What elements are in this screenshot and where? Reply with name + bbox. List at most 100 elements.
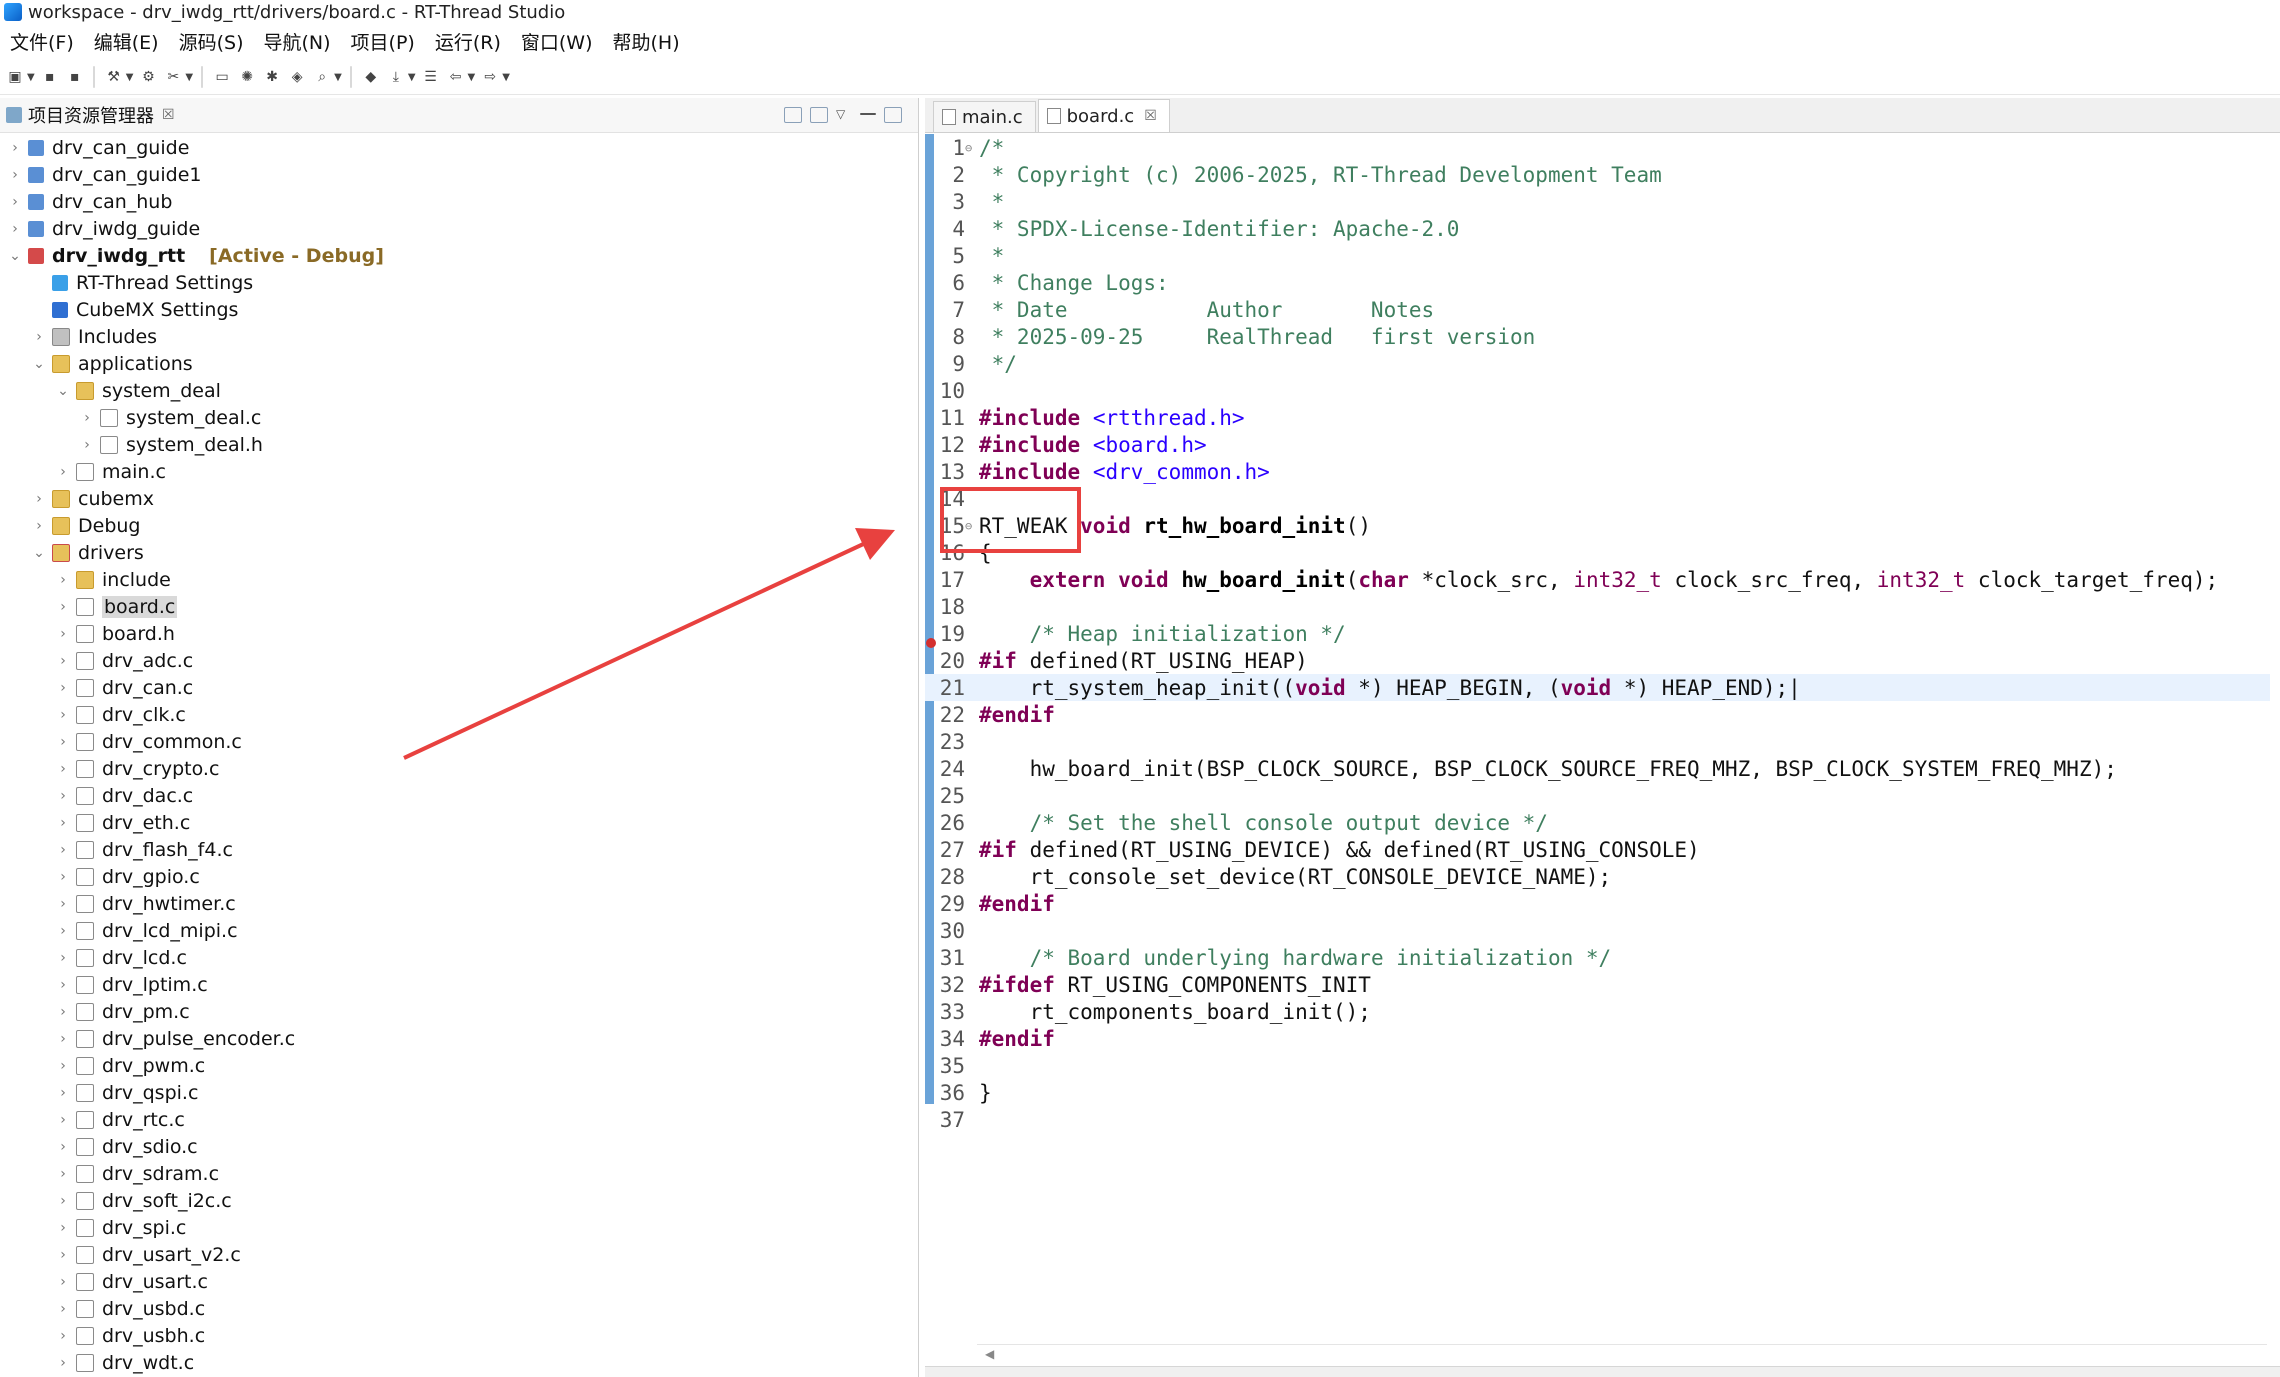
code-line[interactable]: 1 ⊖ /* bbox=[925, 134, 2270, 161]
chevron-right-icon[interactable]: › bbox=[56, 950, 70, 966]
forward-icon[interactable]: ⇨ bbox=[480, 67, 500, 87]
rebuild-icon[interactable]: ⚙ bbox=[138, 67, 158, 87]
minimize-icon[interactable] bbox=[860, 113, 876, 115]
tree-item-label[interactable]: drv_clk.c bbox=[102, 704, 186, 726]
tree-item[interactable]: › cubemx bbox=[0, 485, 918, 512]
code-line[interactable]: 26 /* Set the shell console output devic… bbox=[925, 809, 2270, 836]
code-line[interactable]: 16{ bbox=[925, 539, 2270, 566]
code-line[interactable]: 35 bbox=[925, 1052, 2270, 1079]
tree-item-label[interactable]: drv_dac.c bbox=[102, 785, 193, 807]
tree-item[interactable]: › drv_pm.c bbox=[0, 998, 918, 1025]
chevron-right-icon[interactable]: › bbox=[80, 410, 94, 426]
tree-item-label[interactable]: drv_pwm.c bbox=[102, 1055, 205, 1077]
tree-item-label[interactable]: Includes bbox=[78, 326, 157, 348]
chevron-right-icon[interactable]: › bbox=[56, 1328, 70, 1344]
code-line[interactable]: 5 * bbox=[925, 242, 2270, 269]
code-line[interactable]: 23 bbox=[925, 728, 2270, 755]
tree-item-label[interactable]: drv_common.c bbox=[102, 731, 242, 753]
chevron-right-icon[interactable]: › bbox=[56, 923, 70, 939]
tree-item-label[interactable]: drv_lptim.c bbox=[102, 974, 208, 996]
code-line[interactable]: 19 /* Heap initialization */ bbox=[925, 620, 2270, 647]
chevron-right-icon[interactable]: › bbox=[56, 1193, 70, 1209]
tree-item[interactable]: ⌄ applications bbox=[0, 350, 918, 377]
tree-item[interactable]: › drv_lcd_mipi.c bbox=[0, 917, 918, 944]
menu-item[interactable]: 帮助(H) bbox=[613, 28, 680, 55]
chevron-right-icon[interactable]: › bbox=[56, 572, 70, 588]
tree-item[interactable]: › drv_common.c bbox=[0, 728, 918, 755]
chevron-right-icon[interactable]: › bbox=[56, 1085, 70, 1101]
code-line[interactable]: 8 * 2025-09-25 RealThread first version bbox=[925, 323, 2270, 350]
code-line[interactable]: 24 hw_board_init(BSP_CLOCK_SOURCE, BSP_C… bbox=[925, 755, 2270, 782]
code-line[interactable]: 3 * bbox=[925, 188, 2270, 215]
tree-item-label[interactable]: drv_lcd.c bbox=[102, 947, 187, 969]
tree-item-label[interactable]: board.c bbox=[102, 595, 178, 618]
search-icon[interactable]: ⌕ bbox=[312, 67, 332, 87]
tree-item[interactable]: › drv_usart.c bbox=[0, 1268, 918, 1295]
tree-item-label[interactable]: drv_can_guide1 bbox=[52, 164, 201, 186]
code-line[interactable]: 7 * Date Author Notes bbox=[925, 296, 2270, 323]
tree-item[interactable]: › drv_wdt.c bbox=[0, 1349, 918, 1376]
code-line[interactable]: 36} bbox=[925, 1079, 2270, 1106]
layers-icon[interactable]: ☰ bbox=[421, 67, 441, 87]
back-dropdown-icon[interactable]: ▼ bbox=[468, 72, 476, 83]
code-line[interactable]: 37 bbox=[925, 1106, 2270, 1133]
sdk-icon[interactable]: ◆ bbox=[361, 67, 381, 87]
horizontal-scrollbar[interactable]: ◀ bbox=[977, 1344, 2267, 1365]
chevron-right-icon[interactable]: › bbox=[8, 194, 22, 210]
chevron-right-icon[interactable]: › bbox=[56, 680, 70, 696]
link-editor-icon[interactable] bbox=[810, 107, 828, 123]
tree-item[interactable]: › drv_clk.c bbox=[0, 701, 918, 728]
chevron-right-icon[interactable]: › bbox=[8, 167, 22, 183]
tree-item[interactable]: › drv_gpio.c bbox=[0, 863, 918, 890]
code-line[interactable]: 22 #endif bbox=[925, 701, 2270, 728]
tree-item[interactable]: › drv_usart_v2.c bbox=[0, 1241, 918, 1268]
tree-item[interactable]: › drv_qspi.c bbox=[0, 1079, 918, 1106]
tree-item-label[interactable]: drv_hwtimer.c bbox=[102, 893, 236, 915]
menu-item[interactable]: 运行(R) bbox=[435, 28, 501, 55]
tree-item-label[interactable]: drv_usbh.c bbox=[102, 1325, 205, 1347]
tree-item-label[interactable]: drv_can_guide bbox=[52, 137, 189, 159]
tree-item-label[interactable]: main.c bbox=[102, 461, 166, 483]
tree-item[interactable]: › Debug bbox=[0, 512, 918, 539]
close-icon[interactable]: ☒ bbox=[162, 107, 175, 123]
tree-item-label[interactable]: drv_gpio.c bbox=[102, 866, 200, 888]
tree-item[interactable]: › drv_usbh.c bbox=[0, 1322, 918, 1349]
tree-item[interactable]: › drv_sdio.c bbox=[0, 1133, 918, 1160]
tree-item-label[interactable]: drv_iwdg_guide bbox=[52, 218, 200, 240]
tree-item-label[interactable]: drv_rtc.c bbox=[102, 1109, 185, 1131]
tree-item[interactable]: › board.h bbox=[0, 620, 918, 647]
chevron-right-icon[interactable]: › bbox=[80, 437, 94, 453]
editor-tab[interactable]: main.c bbox=[933, 101, 1036, 132]
chevron-right-icon[interactable]: › bbox=[56, 1058, 70, 1074]
tree-item[interactable]: › drv_eth.c bbox=[0, 809, 918, 836]
tree-item-label[interactable]: system_deal.h bbox=[126, 434, 263, 456]
chevron-down-icon[interactable]: ⌄ bbox=[32, 356, 46, 372]
code-line[interactable]: 31 /* Board underlying hardware initiali… bbox=[925, 944, 2270, 971]
code-line[interactable]: 14 bbox=[925, 485, 2270, 512]
chevron-right-icon[interactable]: › bbox=[32, 491, 46, 507]
menu-item[interactable]: 导航(N) bbox=[264, 28, 331, 55]
chevron-right-icon[interactable]: › bbox=[56, 1301, 70, 1317]
chevron-right-icon[interactable]: › bbox=[56, 1004, 70, 1020]
tree-item[interactable]: › drv_rtc.c bbox=[0, 1106, 918, 1133]
build-dropdown-icon[interactable]: ▼ bbox=[126, 72, 134, 83]
tree-item[interactable]: › board.c bbox=[0, 593, 918, 620]
chevron-right-icon[interactable]: › bbox=[56, 896, 70, 912]
tree-item-label[interactable]: drivers bbox=[78, 542, 144, 564]
chevron-right-icon[interactable]: › bbox=[56, 707, 70, 723]
tree-item-label[interactable]: drv_spi.c bbox=[102, 1217, 186, 1239]
tree-item-label[interactable]: drv_qspi.c bbox=[102, 1082, 198, 1104]
clean-icon[interactable]: ✂ bbox=[163, 67, 183, 87]
code-line[interactable]: 13 #include <drv_common.h> bbox=[925, 458, 2270, 485]
clean-dropdown-icon[interactable]: ▼ bbox=[185, 72, 193, 83]
editor-tab[interactable]: board.c ☒ bbox=[1037, 99, 1170, 132]
terminal-icon[interactable]: ▭ bbox=[212, 67, 232, 87]
tree-item[interactable]: › drv_spi.c bbox=[0, 1214, 918, 1241]
tree-item[interactable]: › main.c bbox=[0, 458, 918, 485]
tree-item-label[interactable]: drv_sdram.c bbox=[102, 1163, 219, 1185]
build-icon[interactable]: ⚒ bbox=[104, 67, 124, 87]
menu-item[interactable]: 项目(P) bbox=[351, 28, 415, 55]
chevron-right-icon[interactable]: › bbox=[32, 518, 46, 534]
forward-dropdown-icon[interactable]: ▼ bbox=[502, 72, 510, 83]
chevron-down-icon[interactable]: ⌄ bbox=[56, 383, 70, 399]
